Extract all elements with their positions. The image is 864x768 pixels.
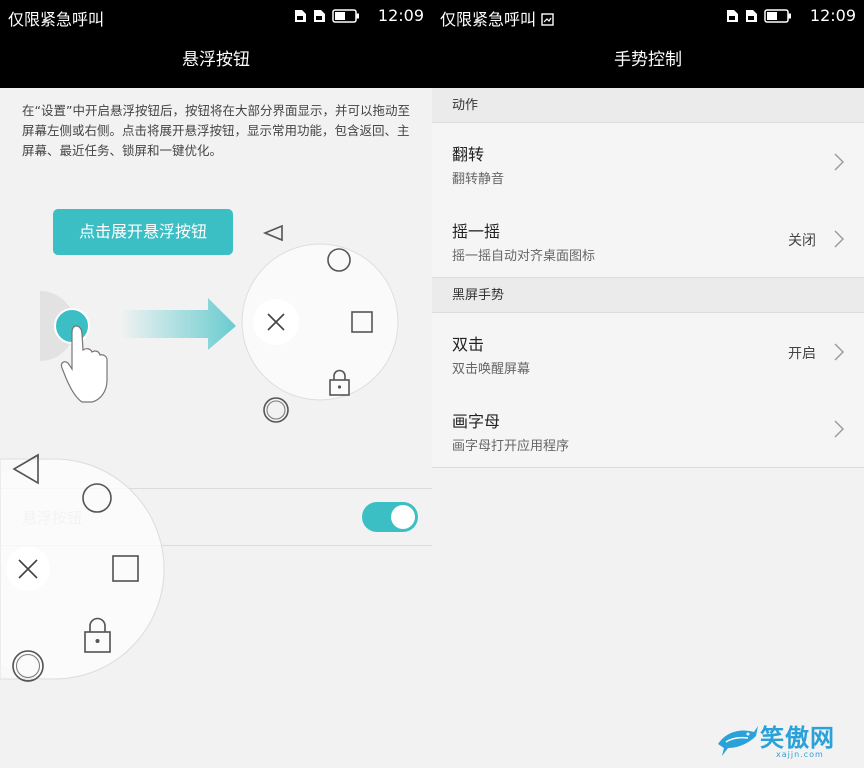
sim-card-icon (727, 10, 738, 22)
floating-button-illustration (0, 224, 399, 682)
chevron-right-icon (834, 420, 844, 438)
toggle-knob (391, 505, 415, 529)
watermark-text: 笑傲网 (760, 724, 835, 752)
floating-button-toggle[interactable] (362, 502, 418, 532)
floating-button-screen: 仅限紧急呼叫 12:09 悬浮按钮 在“设置”中开启悬浮按钮后，按钮将在大部分界… (0, 0, 432, 768)
screenshot-icon (541, 13, 554, 26)
section-header-actions: 动作 (432, 88, 864, 123)
setting-item-double-tap[interactable]: 双击 双击唤醒屏幕 开启 (432, 313, 864, 391)
item-subtitle: 翻转静音 (452, 172, 505, 187)
item-subtitle: 画字母打开应用程序 (452, 439, 570, 454)
watermark: 笑傲网 xajjn.com (716, 718, 856, 762)
item-subtitle: 摇一摇自动对齐桌面图标 (452, 249, 596, 264)
setting-item-flip[interactable]: 翻转 翻转静音 (432, 123, 864, 201)
clock: 12:09 (809, 6, 856, 25)
watermark-url: xajjn.com (776, 750, 824, 759)
item-title: 翻转 (452, 145, 485, 164)
item-title: 画字母 (452, 412, 501, 431)
floating-button-setting-row[interactable]: 悬浮按钮 (0, 488, 432, 546)
item-subtitle: 双击唤醒屏幕 (452, 362, 531, 377)
item-status: 关闭 (788, 233, 816, 249)
shark-logo-icon (718, 726, 758, 756)
setting-item-draw-letter[interactable]: 画字母 画字母打开应用程序 (432, 390, 864, 468)
battery-icon (764, 9, 791, 23)
section-header-screen-off-gestures: 黑屏手势 (432, 278, 864, 313)
expand-button-label: 点击展开悬浮按钮 (53, 209, 233, 255)
chevron-right-icon (834, 343, 844, 361)
arrow-graphic (120, 298, 236, 350)
gesture-control-screen: 仅限紧急呼叫 12:09 手势控制 动作 翻转 翻转静音 摇一摇 摇一摇自动对齐… (432, 0, 864, 768)
chevron-right-icon (834, 153, 844, 171)
optimize-icon (263, 397, 289, 423)
page-title: 手势控制 (432, 32, 864, 88)
status-icons (726, 9, 792, 23)
status-bar: 仅限紧急呼叫 12:09 (432, 0, 864, 32)
back-icon (262, 224, 283, 242)
item-title: 摇一摇 (452, 222, 501, 241)
chevron-right-icon (834, 230, 844, 248)
carrier-text: 仅限紧急呼叫 (440, 6, 554, 30)
setting-item-shake[interactable]: 摇一摇 摇一摇自动对齐桌面图标 关闭 (432, 200, 864, 278)
sim-card-icon (746, 10, 757, 22)
setting-label: 悬浮按钮 (22, 509, 83, 527)
item-title: 双击 (452, 335, 485, 354)
item-status: 开启 (788, 346, 816, 362)
